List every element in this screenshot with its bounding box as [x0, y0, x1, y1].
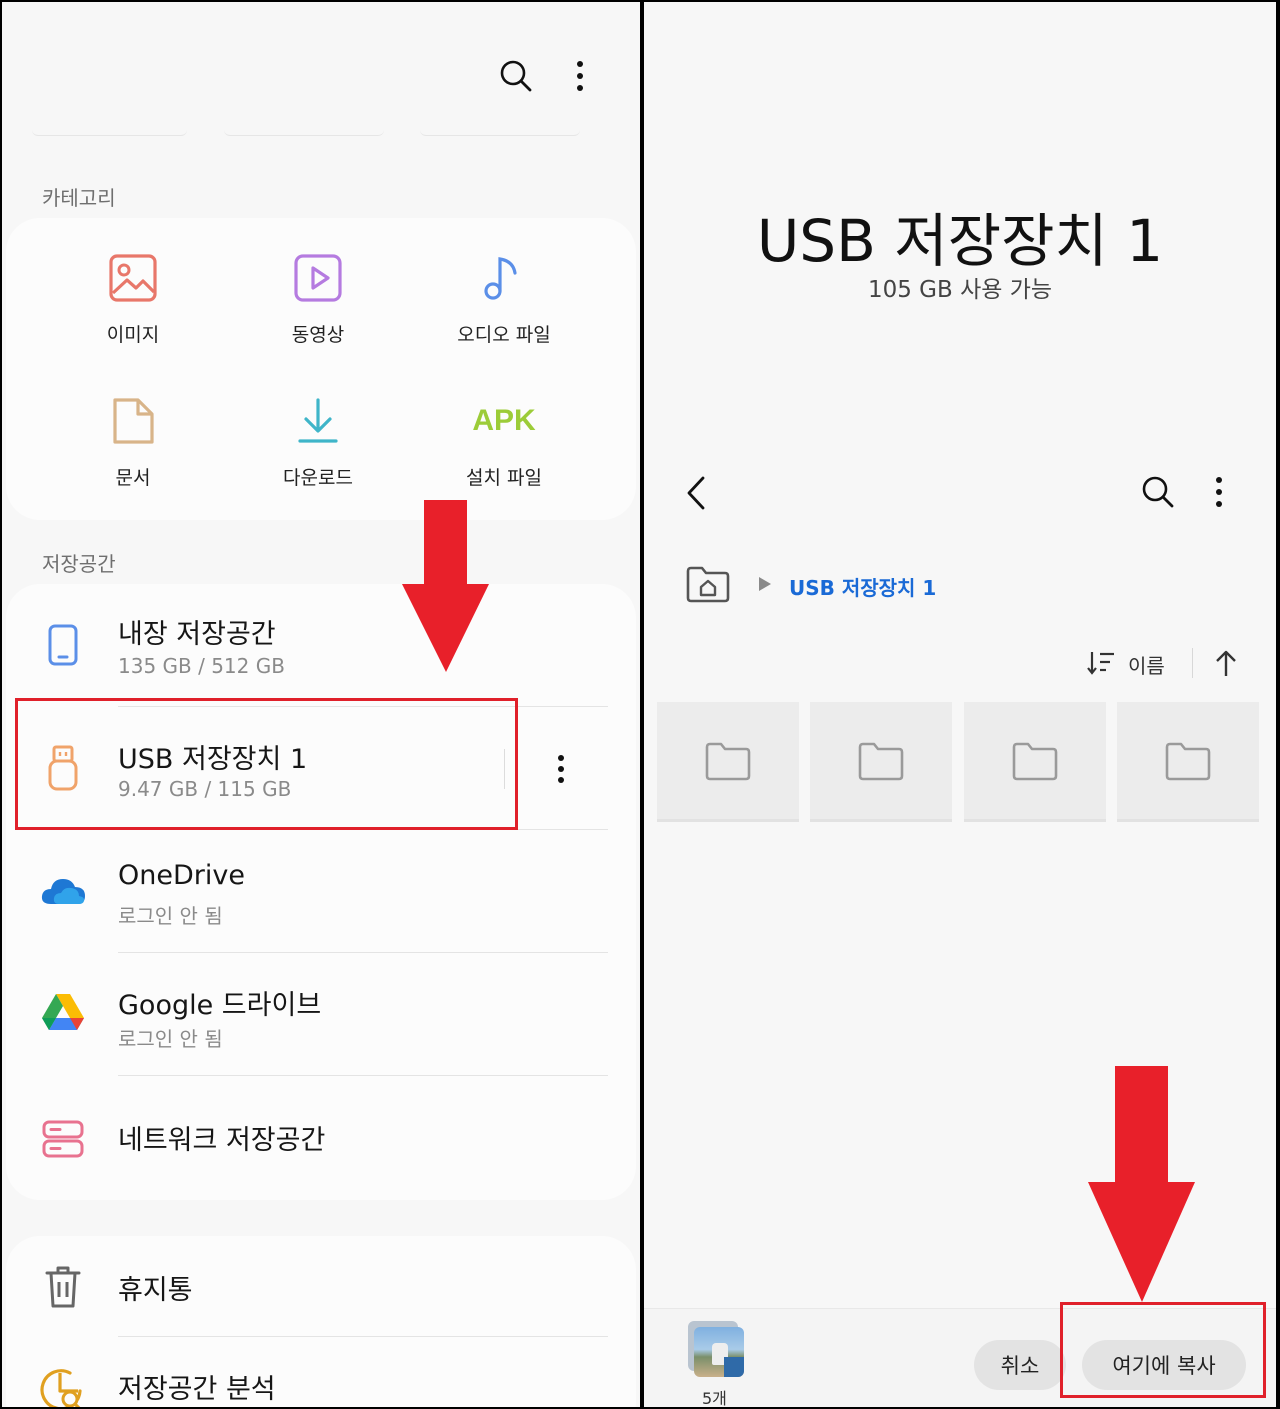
my-files-home-panel: 카테고리 이미지 동영상 오디오 파일 문서 다운로드 APK 설치 파일 저장…: [2, 2, 640, 1407]
storage-available: 105 GB 사용 가능: [867, 277, 1053, 303]
category-images[interactable]: 이미지: [43, 250, 223, 347]
divider: [1192, 648, 1193, 678]
sort-by-label[interactable]: 이름: [1128, 650, 1165, 679]
video-icon: [290, 250, 346, 306]
folder-tile[interactable]: [1117, 702, 1259, 822]
more-options-icon[interactable]: [562, 56, 598, 96]
selected-files-thumbnail[interactable]: [688, 1321, 744, 1377]
cancel-button[interactable]: 취소: [974, 1340, 1066, 1390]
category-videos[interactable]: 동영상: [228, 250, 408, 347]
breadcrumb-chevron-icon: [759, 577, 771, 591]
network-storage-icon: [38, 1114, 88, 1164]
category-installation-files[interactable]: APK 설치 파일: [414, 393, 594, 490]
search-icon[interactable]: [496, 56, 536, 96]
folder-tile[interactable]: [964, 702, 1106, 822]
copy-here-highlight-box: [1060, 1302, 1266, 1398]
category-documents[interactable]: 문서: [43, 393, 223, 490]
more-options-icon[interactable]: [1204, 472, 1234, 512]
folder-icon: [705, 742, 751, 780]
home-folder-icon[interactable]: [684, 564, 732, 604]
storage-item-internal[interactable]: 내장 저장공간 135 GB / 512 GB: [6, 584, 636, 704]
folder-tile[interactable]: [657, 702, 799, 822]
document-icon: [105, 393, 161, 449]
storage-analysis-item[interactable]: 저장공간 분석: [6, 1337, 636, 1407]
storage-analysis-icon: [38, 1365, 88, 1407]
folder-icon: [1165, 742, 1211, 780]
storage-card: 내장 저장공간 135 GB / 512 GB USB 저장장치 1 9.47 …: [6, 584, 636, 1200]
trash-item[interactable]: 휴지통: [6, 1236, 636, 1336]
usb-item-highlight-box: [15, 698, 518, 830]
breadcrumb-current[interactable]: USB 저장장치 1: [789, 572, 936, 601]
storage-item-network[interactable]: 네트워크 저장공간: [6, 1076, 636, 1199]
trash-icon: [38, 1262, 88, 1312]
apk-icon: APK: [472, 404, 536, 437]
search-icon[interactable]: [1138, 472, 1178, 512]
sort-direction-up-arrow-icon[interactable]: [1210, 646, 1242, 680]
folder-tile[interactable]: [810, 702, 952, 822]
red-down-arrow-annotation: [1088, 1066, 1195, 1302]
folder-icon: [1012, 742, 1058, 780]
usb-more-options-icon[interactable]: [546, 749, 576, 789]
usb-storage-panel: USB 저장장치 1 105 GB 사용 가능 USB 저장장치 1 이름 5개…: [644, 2, 1276, 1407]
storage-item-onedrive[interactable]: OneDrive 로그인 안 됨: [6, 830, 636, 953]
onedrive-icon: [38, 866, 88, 916]
sort-icon[interactable]: [1086, 648, 1116, 678]
folder-icon: [858, 742, 904, 780]
back-arrow-icon[interactable]: [680, 472, 712, 514]
categories-header: 카테고리: [42, 186, 116, 210]
music-note-icon: [476, 250, 532, 306]
recent-file-card-stub: [32, 130, 187, 136]
google-drive-icon: [38, 987, 88, 1037]
category-audio[interactable]: 오디오 파일: [414, 250, 594, 347]
storage-title: USB 저장장치 1: [756, 207, 1164, 275]
red-down-arrow-annotation: [402, 500, 489, 672]
recent-file-card-stub: [224, 130, 384, 136]
download-icon: [290, 393, 346, 449]
recent-file-card-stub: [420, 130, 580, 136]
category-downloads[interactable]: 다운로드: [228, 393, 408, 490]
image-icon: [105, 250, 161, 306]
selected-count: 5개: [702, 1389, 727, 1407]
storage-item-google-drive[interactable]: Google 드라이브 로그인 안 됨: [6, 953, 636, 1076]
utilities-card: 휴지통 저장공간 분석: [6, 1236, 636, 1407]
categories-card: 이미지 동영상 오디오 파일 문서 다운로드 APK 설치 파일: [6, 218, 636, 520]
phone-icon: [38, 620, 88, 670]
storage-header: 저장공간: [42, 552, 116, 576]
